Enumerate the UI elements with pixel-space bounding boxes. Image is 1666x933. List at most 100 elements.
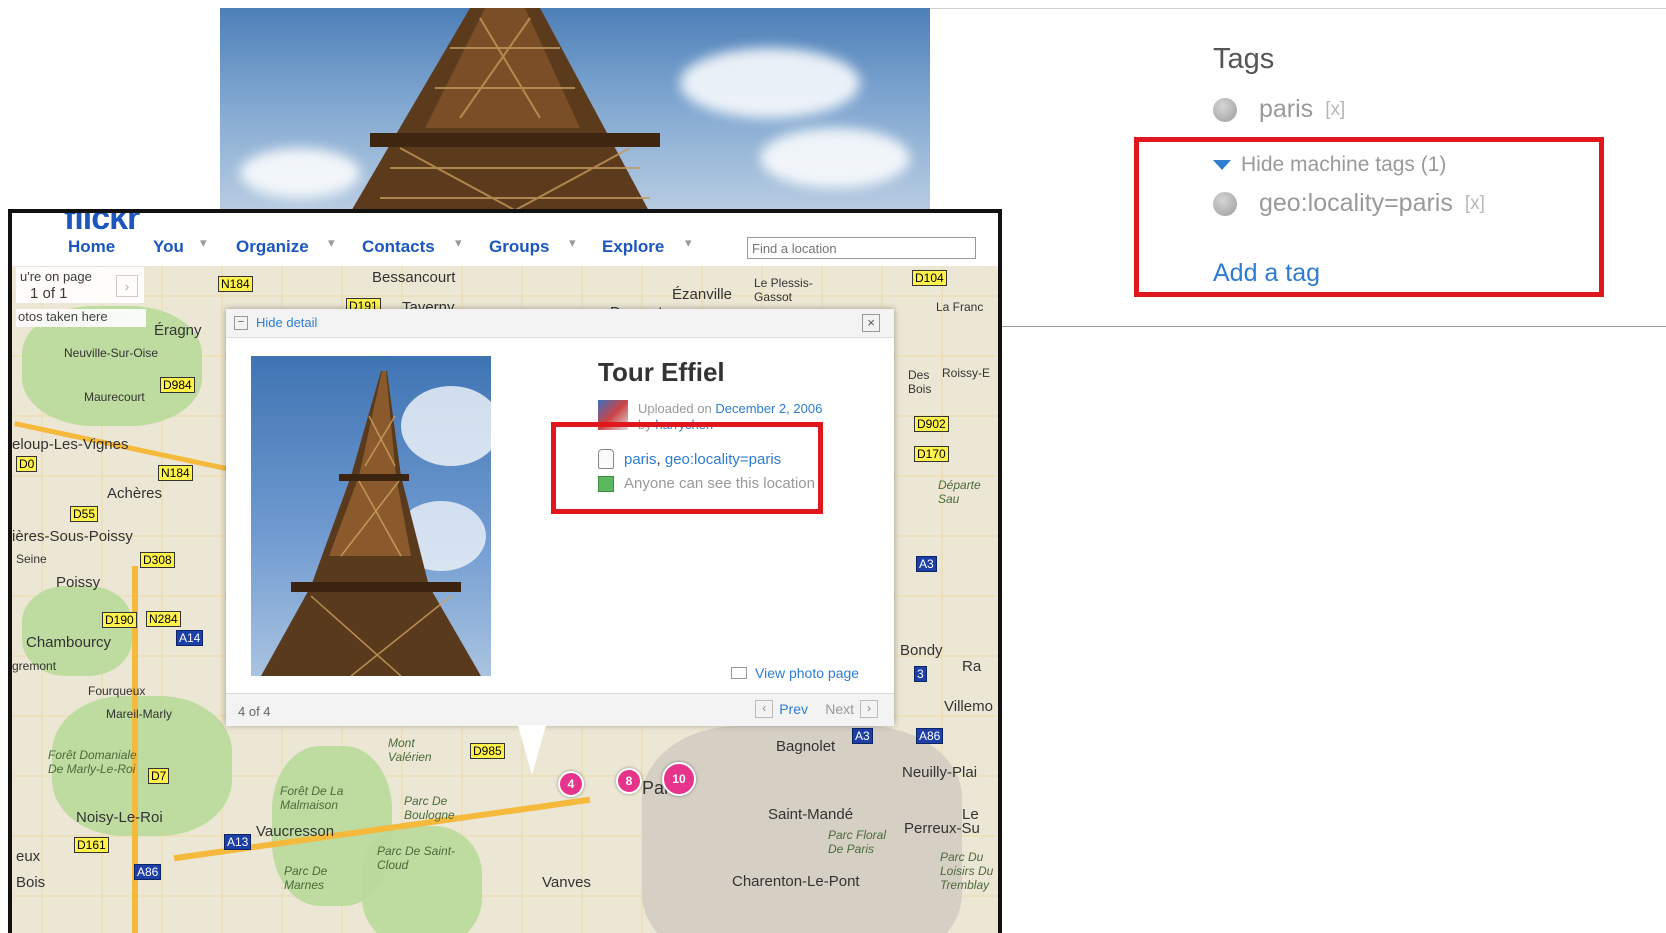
view-photo-page-link[interactable]: View photo page	[731, 665, 859, 681]
map-town-label: Ra	[962, 658, 982, 675]
road-label: D902	[914, 416, 949, 432]
map-town-label: Départe Sau	[938, 478, 981, 506]
map-town-label: Fourqueux	[88, 684, 146, 698]
find-location-input[interactable]	[747, 237, 976, 259]
map-town-label: Bois	[16, 874, 46, 891]
chevron-down-icon[interactable]: ▾	[328, 235, 335, 251]
road-label: N184	[158, 465, 193, 481]
map-forest-area	[362, 826, 482, 933]
road-label: 3	[914, 666, 927, 682]
road-label: N284	[146, 611, 181, 627]
map-town-label: gremont	[12, 659, 57, 673]
photo-cluster-marker[interactable]: 8	[616, 768, 642, 794]
eiffel-photo-background	[220, 8, 930, 213]
remove-tag-button[interactable]: [x]	[1325, 99, 1345, 121]
photo-cluster-marker[interactable]: 10	[662, 762, 696, 796]
uploaded-prefix: Uploaded on	[638, 401, 716, 416]
close-icon[interactable]: ×	[862, 314, 880, 332]
road-label: D985	[470, 743, 505, 759]
map-town-label: Mont Valérien	[388, 736, 432, 764]
map-town-label: Parc De Marnes	[284, 864, 328, 892]
map-town-label: Neuville-Sur-Oise	[64, 346, 159, 360]
map-town-label: Parc Du Loisirs Du Tremblay	[940, 850, 994, 892]
map-town-label: Villemo	[944, 698, 993, 715]
next-button[interactable]: Next ›	[825, 700, 884, 718]
road-label: A13	[224, 834, 252, 850]
road-label: A3	[916, 556, 937, 572]
map-town-label: eux	[16, 848, 41, 865]
photo-detail-popup: − Hide detail × Tour Effiel Uploaded on …	[226, 309, 894, 726]
map-town-label: Bagnolet	[776, 738, 836, 755]
map-town-label: Des Bois	[908, 368, 932, 396]
top-navigation: flickr Home You ▾ Organize ▾ Contacts ▾ …	[12, 213, 998, 266]
road-label: A86	[134, 864, 162, 880]
chevron-right-icon[interactable]: ›	[116, 275, 138, 297]
map-town-label: Forêt De La Malmaison	[280, 784, 344, 812]
chevron-down-icon[interactable]: ▾	[685, 235, 692, 251]
highlight-box-machine-tags	[1134, 137, 1604, 297]
eiffel-tower-illustration	[350, 8, 660, 213]
nav-groups[interactable]: Groups	[489, 237, 549, 257]
chevron-down-icon[interactable]: ▾	[569, 235, 576, 251]
photo-thumbnail[interactable]	[251, 356, 491, 676]
hide-detail-button[interactable]: − Hide detail	[234, 315, 317, 330]
popup-footer: 4 of 4 ‹ Prev Next ›	[226, 693, 894, 726]
road-label: N184	[218, 276, 253, 292]
map-town-label: Le	[962, 806, 979, 823]
map-town-label: Bondy	[900, 642, 943, 659]
nav-organize[interactable]: Organize	[236, 237, 309, 257]
road-label: D984	[160, 377, 195, 393]
map-town-label: eloup-Les-Vignes	[12, 436, 129, 453]
road-label: D0	[16, 456, 38, 472]
chevron-right-icon: ›	[860, 700, 878, 718]
flickr-logo[interactable]: flickr	[64, 213, 140, 238]
map-town-label: Noisy-Le-Roi	[76, 809, 163, 826]
map-town-label: Roissy-E	[942, 366, 991, 380]
next-label: Next	[825, 701, 854, 717]
chevron-down-icon[interactable]: ▾	[455, 235, 462, 251]
photo-title: Tour Effiel	[598, 357, 725, 387]
upload-date-link[interactable]: December 2, 2006	[715, 401, 822, 416]
map-town-label: Mareil-Marly	[106, 707, 172, 721]
page-indicator: u're on page 1 of 1 ›	[16, 267, 144, 303]
road-label: D7	[148, 768, 170, 784]
tags-title: Tags	[1213, 43, 1275, 75]
globe-icon	[1213, 97, 1237, 122]
popup-header: − Hide detail ×	[226, 309, 894, 338]
map-town-label: ières-Sous-Poissy	[12, 528, 133, 545]
map-town-label: Parc De Boulogne	[404, 794, 455, 822]
chevron-down-icon[interactable]: ▾	[200, 235, 207, 251]
chevron-left-icon: ‹	[755, 700, 774, 718]
nav-contacts[interactable]: Contacts	[362, 237, 435, 257]
map-town-label: Neuilly-Plai	[902, 764, 978, 781]
photos-taken-here-label: otos taken here	[16, 309, 146, 327]
road-label: D170	[914, 446, 949, 462]
nav-you[interactable]: You	[153, 237, 184, 257]
road-label: A86	[916, 728, 944, 744]
highlight-box-tags	[551, 422, 823, 514]
view-photo-label: View photo page	[755, 665, 860, 681]
popup-pointer	[518, 725, 546, 775]
map-town-label: Vanves	[542, 874, 591, 891]
map-town-label: Saint-Mandé	[768, 806, 854, 823]
flickr-map-screenshot: flickr Home You ▾ Organize ▾ Contacts ▾ …	[8, 209, 1002, 933]
road-label: A14	[176, 630, 204, 646]
road-label: D308	[140, 552, 175, 568]
minus-icon: −	[234, 315, 248, 330]
photo-count: 4 of 4	[238, 704, 271, 719]
road-label: D190	[102, 612, 137, 628]
page-icon	[731, 667, 747, 679]
map-town-label: Le Plessis-Gassot	[754, 276, 813, 304]
map-town-label: Ézanville	[672, 286, 733, 303]
map-town-label: La Franc	[936, 300, 984, 314]
tag-row-paris: paris [x]	[1213, 95, 1345, 124]
map-town-label: Seine	[16, 552, 47, 566]
road-label: D104	[912, 270, 947, 286]
nav-home[interactable]: Home	[68, 237, 115, 257]
road-label: D55	[70, 506, 99, 522]
prev-button[interactable]: ‹ Prev	[749, 700, 808, 718]
tag-label[interactable]: paris	[1259, 95, 1313, 124]
map-town-label: Maurecourt	[84, 390, 145, 404]
photo-cluster-marker[interactable]: 4	[558, 771, 584, 797]
nav-explore[interactable]: Explore	[602, 237, 664, 257]
